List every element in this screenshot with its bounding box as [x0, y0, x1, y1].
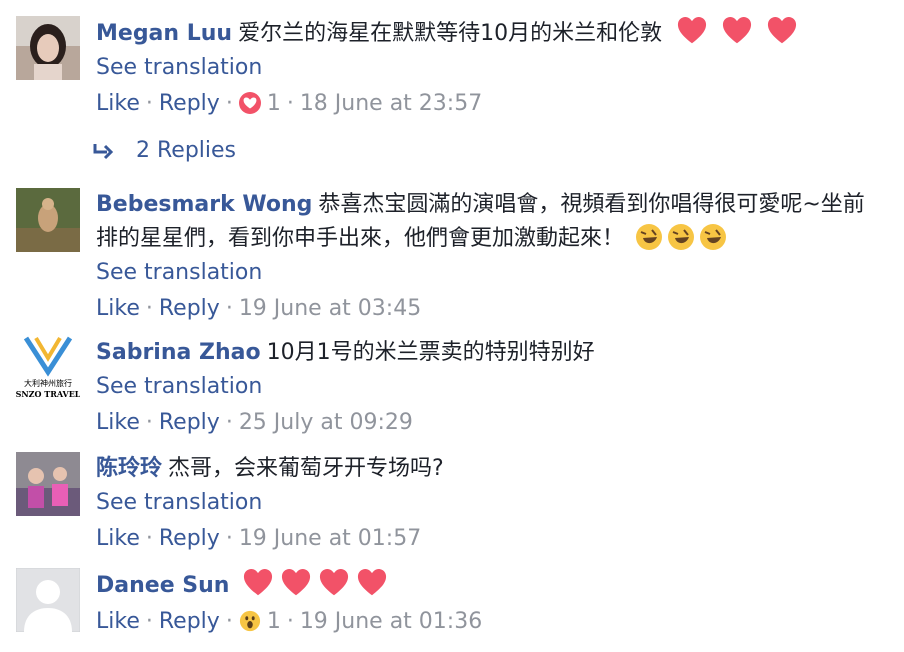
separator: · [225, 91, 233, 116]
comment-text: 爱尔兰的海星在默默等待10月的米兰和伦敦 [238, 21, 663, 46]
view-replies-link[interactable]: 2 Replies [92, 134, 236, 168]
comment-author[interactable]: Sabrina Zhao [96, 340, 261, 365]
rofl-emoji [700, 224, 727, 250]
comment-text: 10月1号的米兰票卖的特别特别好 [266, 340, 595, 365]
timestamp[interactable]: 19 June at 03:45 [239, 296, 421, 321]
reaction-count[interactable]: 1 [267, 609, 281, 634]
reply-button[interactable]: Reply [159, 91, 220, 116]
comment-text: 恭喜杰宝圆滿的演唱會，視頻看到你唱得很可愛呢~坐前 [318, 192, 865, 217]
like-button[interactable]: Like [96, 410, 140, 435]
default-avatar-icon [16, 568, 80, 632]
separator: · [145, 91, 153, 116]
comment-author[interactable]: Danee Sun [96, 573, 229, 598]
separator: · [225, 410, 233, 435]
comment-author[interactable]: Bebesmark Wong [96, 192, 312, 217]
see-translation-link[interactable]: See translation [96, 55, 262, 80]
avatar[interactable]: 大利神州旅行 SNZO TRAVEL [16, 336, 80, 400]
separator: · [225, 296, 233, 321]
comment-author[interactable]: Megan Luu [96, 21, 232, 46]
timestamp[interactable]: 18 June at 23:57 [300, 91, 482, 116]
heart-icon [678, 16, 707, 44]
like-button[interactable]: Like [96, 296, 140, 321]
heart-icon [320, 568, 349, 596]
reaction-count[interactable]: 1 [267, 91, 281, 116]
separator: · [145, 609, 153, 634]
like-button[interactable]: Like [96, 526, 140, 551]
like-button[interactable]: Like [96, 91, 140, 116]
rofl-emoji [668, 224, 695, 250]
avatar[interactable] [16, 16, 80, 80]
see-translation-link[interactable]: See translation [96, 260, 262, 285]
love-reaction-icon[interactable] [238, 92, 261, 114]
heart-icon [244, 568, 273, 596]
heart-icon [358, 568, 387, 596]
wow-reaction-icon[interactable] [239, 610, 261, 632]
separator: · [145, 296, 153, 321]
timestamp[interactable]: 19 June at 01:57 [239, 526, 421, 551]
snzo-travel-logo: 大利神州旅行 SNZO TRAVEL [16, 336, 80, 399]
timestamp[interactable]: 19 June at 01:36 [300, 609, 482, 634]
see-translation-link[interactable]: See translation [96, 490, 262, 515]
logo-text-en: SNZO TRAVEL [16, 389, 80, 399]
comment-text: 杰哥，会来葡萄牙开专场吗? [168, 456, 444, 481]
reply-button[interactable]: Reply [159, 526, 220, 551]
heart-icon [723, 16, 752, 44]
reply-button[interactable]: Reply [159, 410, 220, 435]
avatar[interactable] [16, 188, 80, 252]
like-button[interactable]: Like [96, 609, 140, 634]
avatar[interactable] [16, 452, 80, 516]
reply-arrow-icon [93, 144, 114, 160]
separator: · [225, 526, 233, 551]
see-translation-link[interactable]: See translation [96, 374, 262, 399]
heart-icon [282, 568, 311, 596]
heart-icon [768, 16, 797, 44]
comment-text-line2: 排的星星們，看到你申手出來，他們會更加激動起來！ [96, 226, 625, 251]
separator: · [286, 91, 294, 116]
logo-text-cn: 大利神州旅行 [24, 378, 72, 388]
separator: · [225, 609, 233, 634]
avatar[interactable] [16, 568, 80, 632]
rofl-emoji [636, 224, 663, 250]
replies-count-label[interactable]: 2 Replies [136, 138, 236, 163]
separator: · [286, 609, 294, 634]
timestamp[interactable]: 25 July at 09:29 [239, 410, 413, 435]
separator: · [145, 526, 153, 551]
reply-button[interactable]: Reply [159, 296, 220, 321]
comment-author[interactable]: 陈玲玲 [96, 456, 162, 481]
reply-button[interactable]: Reply [159, 609, 220, 634]
separator: · [145, 410, 153, 435]
